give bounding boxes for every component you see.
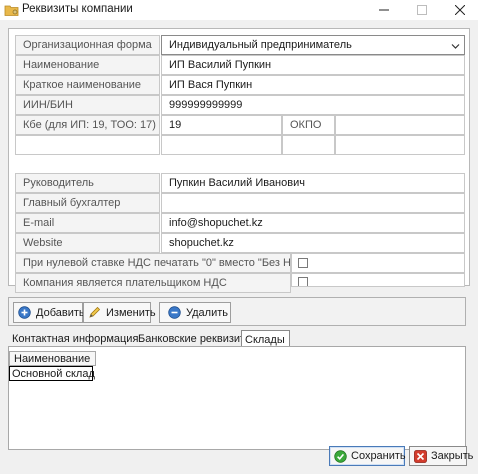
website-label: Website bbox=[15, 233, 160, 253]
warehouse-grid: Наименование Основной склад bbox=[8, 346, 466, 450]
close-icon bbox=[414, 449, 427, 463]
email-field[interactable]: info@shopuchet.kz bbox=[161, 213, 465, 233]
save-button[interactable]: Сохранить bbox=[329, 446, 406, 466]
warehouse-toolbar: Добавить Изменить Удалить bbox=[8, 297, 466, 326]
kbe-field[interactable]: 19 bbox=[161, 115, 282, 135]
close-label: Закрыть bbox=[431, 450, 474, 462]
pencil-icon bbox=[89, 306, 101, 318]
vat-zero-cell bbox=[291, 253, 465, 273]
add-button[interactable]: Добавить bbox=[13, 302, 85, 323]
table-row[interactable]: Основной склад bbox=[9, 366, 95, 381]
title-bar: Реквизиты компании bbox=[0, 0, 478, 20]
maximize-button[interactable] bbox=[404, 0, 440, 20]
kbe-field-spacer bbox=[161, 135, 282, 155]
org-form-select[interactable]: Индивидуальный предприниматель bbox=[161, 35, 465, 55]
email-label: E-mail bbox=[15, 213, 160, 233]
vat-payer-cell bbox=[291, 273, 465, 287]
org-form-label: Организационная форма bbox=[15, 35, 160, 55]
add-icon bbox=[18, 306, 31, 319]
short-name-field[interactable]: ИП Вася Пупкин bbox=[161, 75, 465, 95]
iin-field[interactable]: 999999999999 bbox=[161, 95, 465, 115]
close-button[interactable]: Закрыть bbox=[409, 446, 473, 466]
edit-label: Изменить bbox=[106, 306, 156, 319]
column-header-name[interactable]: Наименование bbox=[9, 351, 96, 366]
kbe-label: Кбе (для ИП: 19, ТОО: 17) bbox=[15, 115, 160, 135]
vat-payer-checkbox[interactable] bbox=[298, 277, 308, 286]
accountant-label: Главный бухгалтер bbox=[15, 193, 160, 213]
okpo-field[interactable] bbox=[335, 115, 465, 135]
head-label: Руководитель bbox=[15, 173, 160, 193]
name-label: Наименование bbox=[15, 55, 160, 75]
save-label: Сохранить bbox=[351, 450, 406, 462]
accountant-field[interactable] bbox=[161, 193, 465, 213]
vat-zero-label: При нулевой ставке НДС печатать "0" вмес… bbox=[15, 253, 291, 273]
okpo-field-spacer bbox=[335, 135, 465, 155]
vat-zero-checkbox[interactable] bbox=[298, 258, 308, 268]
folder-key-icon bbox=[4, 3, 19, 17]
delete-button[interactable]: Удалить bbox=[159, 302, 231, 323]
iin-label: ИИН/БИН bbox=[15, 95, 160, 115]
chevron-down-icon bbox=[451, 41, 460, 49]
head-field[interactable]: Пупкин Василий Иванович bbox=[161, 173, 465, 193]
okpo-label-spacer bbox=[282, 135, 335, 155]
vat-payer-label: Компания является плательщиком НДС bbox=[15, 273, 291, 293]
checkmark-icon bbox=[334, 449, 347, 463]
window-body: Организационная форма Индивидуальный пре… bbox=[0, 20, 478, 474]
kbe-label-spacer bbox=[15, 135, 160, 155]
window-title: Реквизиты компании bbox=[22, 3, 133, 15]
okpo-label: ОКПО bbox=[282, 115, 335, 135]
website-field[interactable]: shopuchet.kz bbox=[161, 233, 465, 253]
org-form-value: Индивидуальный предприниматель bbox=[169, 39, 352, 51]
company-details-form: Организационная форма Индивидуальный пре… bbox=[8, 28, 470, 293]
name-field[interactable]: ИП Василий Пупкин bbox=[161, 55, 465, 75]
edit-button[interactable]: Изменить bbox=[83, 302, 156, 323]
delete-label: Удалить bbox=[186, 306, 228, 319]
minimize-button[interactable] bbox=[366, 0, 402, 20]
minus-icon bbox=[168, 306, 181, 319]
short-name-label: Краткое наименование bbox=[15, 75, 160, 95]
add-label: Добавить bbox=[36, 306, 85, 319]
close-window-button[interactable] bbox=[442, 0, 478, 20]
